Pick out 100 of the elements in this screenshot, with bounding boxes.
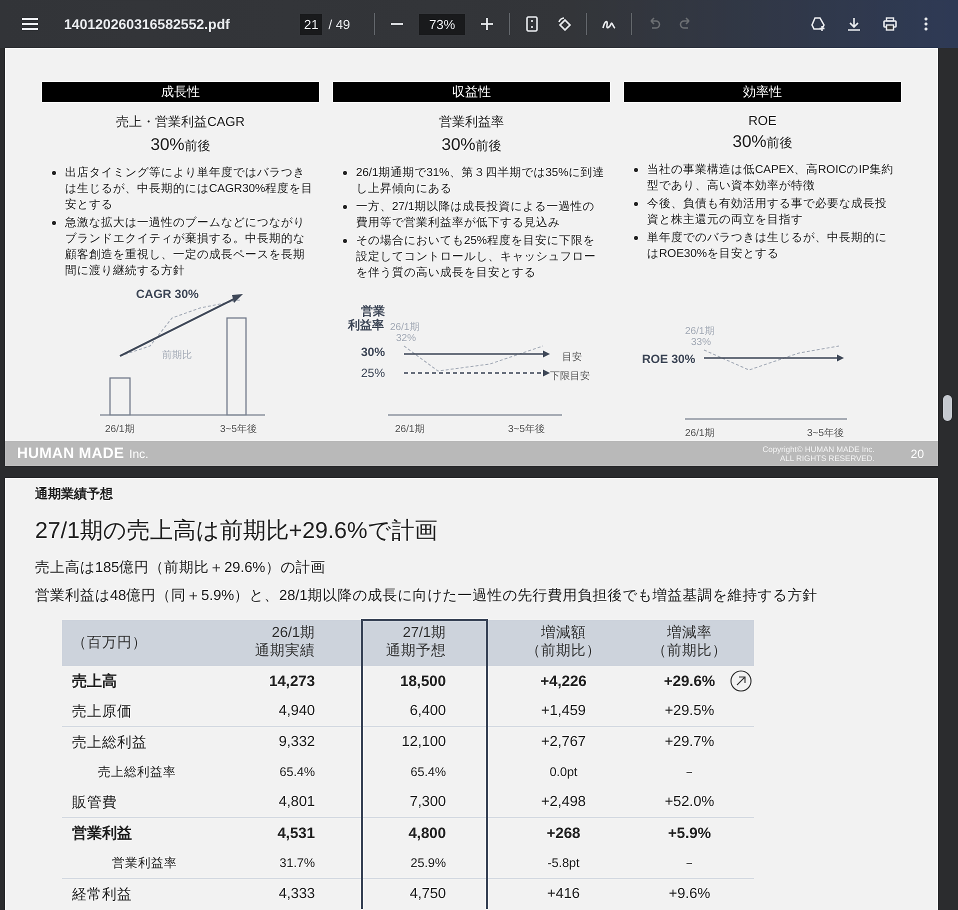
table-cell: +2,498 [487, 787, 639, 818]
target-suffix: 前後 [766, 135, 793, 150]
bullet-icon [634, 202, 638, 206]
page-number-field[interactable]: 21 [300, 14, 322, 34]
table-cell: － [639, 848, 728, 878]
row-label: 営業利益 [62, 818, 220, 848]
slide-page-number: 20 [910, 446, 924, 460]
table-cell: +29.6% [639, 666, 728, 696]
bullet-text: 当社の事業構造は低CAPEX、高ROICのIP集約型であり、高い資本効率が特徴 [647, 162, 895, 194]
rotate-icon[interactable] [556, 16, 572, 32]
download-icon[interactable] [846, 16, 862, 32]
target-note: 目安 [562, 352, 582, 363]
column-header: （前期比） [526, 643, 601, 659]
table-cell: 0.0pt [487, 757, 639, 787]
table-cell: 14,273 [220, 666, 362, 696]
table-cell: 65.4% [362, 757, 487, 787]
column-header: （百万円） [72, 635, 147, 651]
table-cell: 4,531 [220, 818, 362, 848]
column-header: 27/1期 [402, 625, 446, 641]
table-cell: +5.9% [639, 818, 728, 848]
bullet-text: 今後、負債も有効活用する事で必要な成長投資と株主還元の両立を目指す [647, 196, 888, 228]
column-header: 通期実績 [255, 643, 315, 659]
table-cell: -5.8pt [487, 848, 639, 878]
row-label: 販管費 [62, 787, 220, 818]
axis-label: 26/1期 [395, 424, 424, 435]
menu-icon[interactable] [22, 18, 38, 30]
column-header: 26/1期 [272, 625, 315, 641]
fit-page-icon[interactable] [524, 16, 540, 32]
trend-label: 前期比 [162, 350, 192, 361]
axis-label: 3~5年後 [508, 424, 545, 435]
zoom-field[interactable]: 73% [419, 14, 466, 34]
company-logo-suffix: Inc. [129, 446, 149, 460]
page-count: / 49 [328, 16, 350, 32]
point-label: 26/1期 [390, 322, 420, 333]
table-cell: 65.4% [220, 757, 362, 787]
target-value: 30% [441, 135, 476, 154]
axis-title: 営業 利益率 [348, 304, 385, 332]
bullet-icon [52, 221, 56, 225]
section-title: 通期業績予想 [35, 485, 114, 503]
target-label: ROE 30% [642, 352, 696, 366]
column-header: 効率性 [624, 82, 901, 102]
axis-label: 26/1期 [105, 424, 134, 435]
scrollbar-thumb[interactable] [943, 395, 952, 421]
table-cell: 4,940 [220, 696, 362, 726]
bullet-icon [343, 205, 347, 209]
table-cell: +416 [487, 878, 639, 909]
copyright-text: Copyright© HUMAN MADE Inc. ALL RIGHTS RESERVED. [762, 444, 875, 462]
table-cell: +29.5% [639, 696, 728, 726]
page-heading: 27/1期の売上高は前期比+29.6%で計画 [35, 516, 438, 545]
row-label: 営業利益率 [62, 848, 220, 878]
axis-label: 3~5年後 [807, 428, 844, 439]
table-cell: 9,332 [220, 726, 362, 757]
metric-title: ROE [747, 113, 778, 128]
table-cell: +4,226 [487, 666, 639, 696]
column-header: 通期予想 [386, 643, 446, 659]
bullet-text: 出店タイミング等により単年度ではバラつきは生じるが、中長期的にはCAGR30%程度を目安とする [65, 165, 314, 213]
table-cell: 31.7% [220, 848, 362, 878]
point-label: 26/1期 [685, 326, 714, 337]
row-label: 売上総利益率 [97, 764, 177, 780]
chart-title: CAGR 30% [136, 287, 199, 301]
point-value: 32% [396, 333, 416, 344]
column-header: 成長性 [42, 82, 319, 102]
column-header: 増減額 [541, 625, 586, 641]
table-cell: +52.0% [639, 787, 728, 818]
table-cell: 4,750 [362, 878, 487, 909]
point-value: 33% [691, 337, 712, 348]
bullet-text: 急激な拡大は一過性のブームなどにつながりブランドエクイティが棄損する。中長期的な顧客創造を重視し、一定の成長ペースを長期間に渡り継続する方針 [65, 216, 306, 279]
bullet-icon [343, 171, 347, 175]
summary-text: 営業利益は48億円（同＋5.9%）と、28/1期以降の成長に向けた一過性の先行費用負担後でも増益基調を維持する方針 [35, 586, 818, 605]
bullet-text: その場合においても25%程度を目安に下限を設定してコントロールし、キャッシュフローを伴う質の高い成長を目安とする [356, 234, 597, 281]
bar [109, 377, 131, 416]
metric-title: 売上・営業利益CAGR [115, 113, 246, 131]
table-cell: 4,801 [220, 787, 362, 818]
table-cell: 25.9% [362, 848, 487, 878]
row-label: 経常利益 [62, 878, 220, 909]
row-label: 売上総利益 [62, 726, 220, 757]
target-label: 30% [361, 345, 386, 359]
bullet-text: 単年度でのバラつきは生じるが、中長期的にはROE30%を目安とする [647, 230, 888, 262]
company-logo: HUMAN MADE [17, 445, 124, 462]
target-suffix: 前後 [184, 138, 211, 153]
table-cell: +29.7% [639, 726, 728, 757]
axis-label: 3~5年後 [220, 424, 257, 435]
table-cell: 12,100 [362, 726, 487, 757]
file-name: 140120260316582552.pdf [64, 16, 231, 32]
table-cell: 7,300 [362, 787, 487, 818]
bullet-icon [343, 239, 347, 243]
drive-add-icon[interactable] [810, 16, 826, 32]
arrow-circle-icon[interactable] [730, 670, 752, 692]
table-cell: +268 [487, 818, 639, 848]
table-cell: 18,500 [362, 666, 487, 696]
row-label: 売上高 [62, 666, 220, 696]
bullet-text: 一方、27/1期以降は成長投資による一過性の費用等で営業利益率が低下する見込み [356, 199, 596, 231]
print-icon[interactable] [882, 16, 898, 32]
zoom-in-icon[interactable] [479, 16, 496, 32]
bullet-icon [634, 236, 638, 240]
table-cell: 4,800 [362, 818, 487, 848]
bullet-text: 26/1期通期で31%、第３四半期では35%に到達し上昇傾向にある [356, 166, 606, 197]
target-value: 30% [732, 132, 767, 151]
table-cell-text: － [682, 764, 697, 780]
column-header: 収益性 [333, 82, 610, 102]
